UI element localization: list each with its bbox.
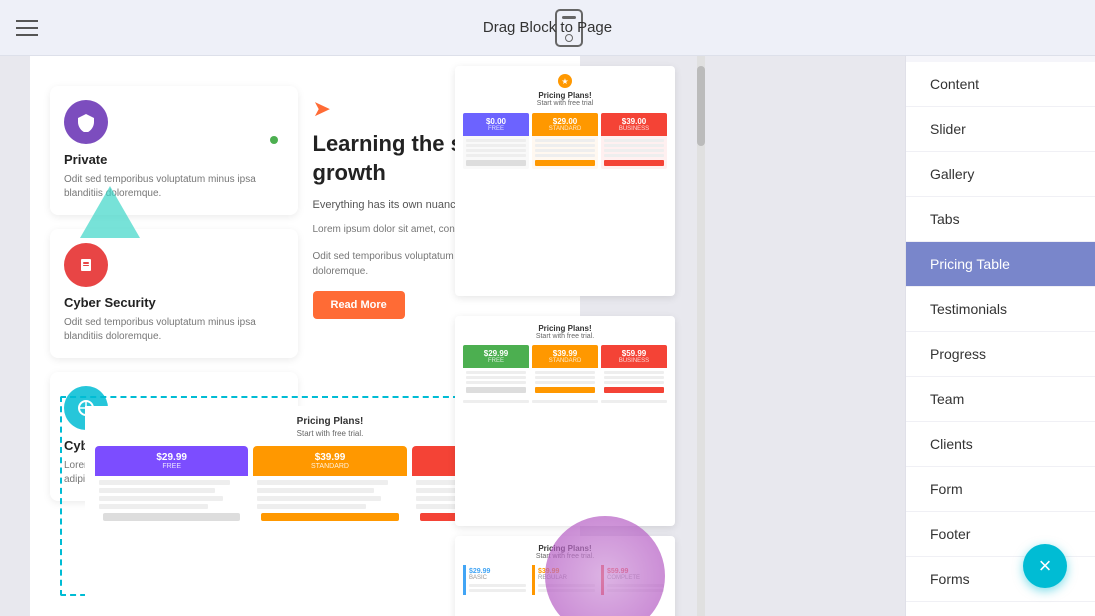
pt1-header: Pricing Plans!	[463, 91, 667, 100]
page-title: Drag Block to Page	[483, 19, 612, 36]
sidebar: Content Slider Gallery Tabs Pricing Tabl…	[905, 56, 1095, 616]
canvas-scrollbar-thumb[interactable]	[697, 66, 705, 146]
topbar: Drag Block to Page	[0, 0, 1095, 56]
pricing-block-header: Pricing Plans!	[297, 416, 364, 427]
card-cyber-security: Cyber Security Odit sed temporibus volup…	[50, 229, 298, 358]
pt1-cols: $0.00 FREE $29.00 STANDARD	[463, 113, 667, 169]
pt2-header: Pricing Plans!	[463, 324, 667, 333]
pt1-sub: Start with free trial	[463, 100, 667, 107]
sidebar-item-clients[interactable]: Clients	[906, 422, 1095, 467]
sidebar-item-progress[interactable]: Progress	[906, 332, 1095, 377]
sidebar-item-testimonials[interactable]: Testimonials	[906, 287, 1095, 332]
card-icon-private	[64, 100, 108, 144]
read-more-button[interactable]: Read More	[313, 291, 405, 319]
pt2-sub: Start with free trial.	[463, 333, 667, 340]
card-security-text: Odit sed temporibus voluptatum minus ips…	[64, 316, 284, 344]
sidebar-item-team[interactable]: Team	[906, 377, 1095, 422]
pricing-col-standard: $39.99 STANDARD	[253, 446, 406, 527]
canvas-area: Private Odit sed temporibus voluptatum m…	[0, 56, 905, 616]
sidebar-item-gallery[interactable]: Gallery	[906, 152, 1095, 197]
sidebar-item-pricing-table[interactable]: Pricing Table	[906, 242, 1095, 287]
pricing-thumbnail-1[interactable]: ★ Pricing Plans! Start with free trial $…	[455, 66, 675, 296]
pt2-cols: $29.99 FREE $39.99 STANDARD	[463, 345, 667, 396]
hamburger-button[interactable]	[16, 20, 38, 36]
fab-close-button[interactable]: ×	[1023, 544, 1067, 588]
sidebar-item-form[interactable]: Form	[906, 467, 1095, 512]
sidebar-item-slider[interactable]: Slider	[906, 107, 1095, 152]
pricing-thumbnail-2[interactable]: Pricing Plans! Start with free trial. $2…	[455, 316, 675, 526]
main-layout: Private Odit sed temporibus voluptatum m…	[0, 56, 1095, 616]
card-security-title: Cyber Security	[64, 295, 284, 310]
sidebar-item-footer[interactable]: Footer	[906, 512, 1095, 557]
canvas-scrollbar[interactable]	[697, 56, 705, 616]
card-icon-security	[64, 243, 108, 287]
sidebar-item-tabs[interactable]: Tabs	[906, 197, 1095, 242]
dot-decoration-green	[270, 136, 278, 144]
triangle-decoration	[80, 186, 140, 238]
pricing-col-free: $29.99 FREE	[95, 446, 248, 527]
sidebar-item-content[interactable]: Content	[906, 62, 1095, 107]
card-private-title: Private	[64, 152, 284, 167]
pricing-block-sub: Start with free trial.	[297, 429, 364, 438]
